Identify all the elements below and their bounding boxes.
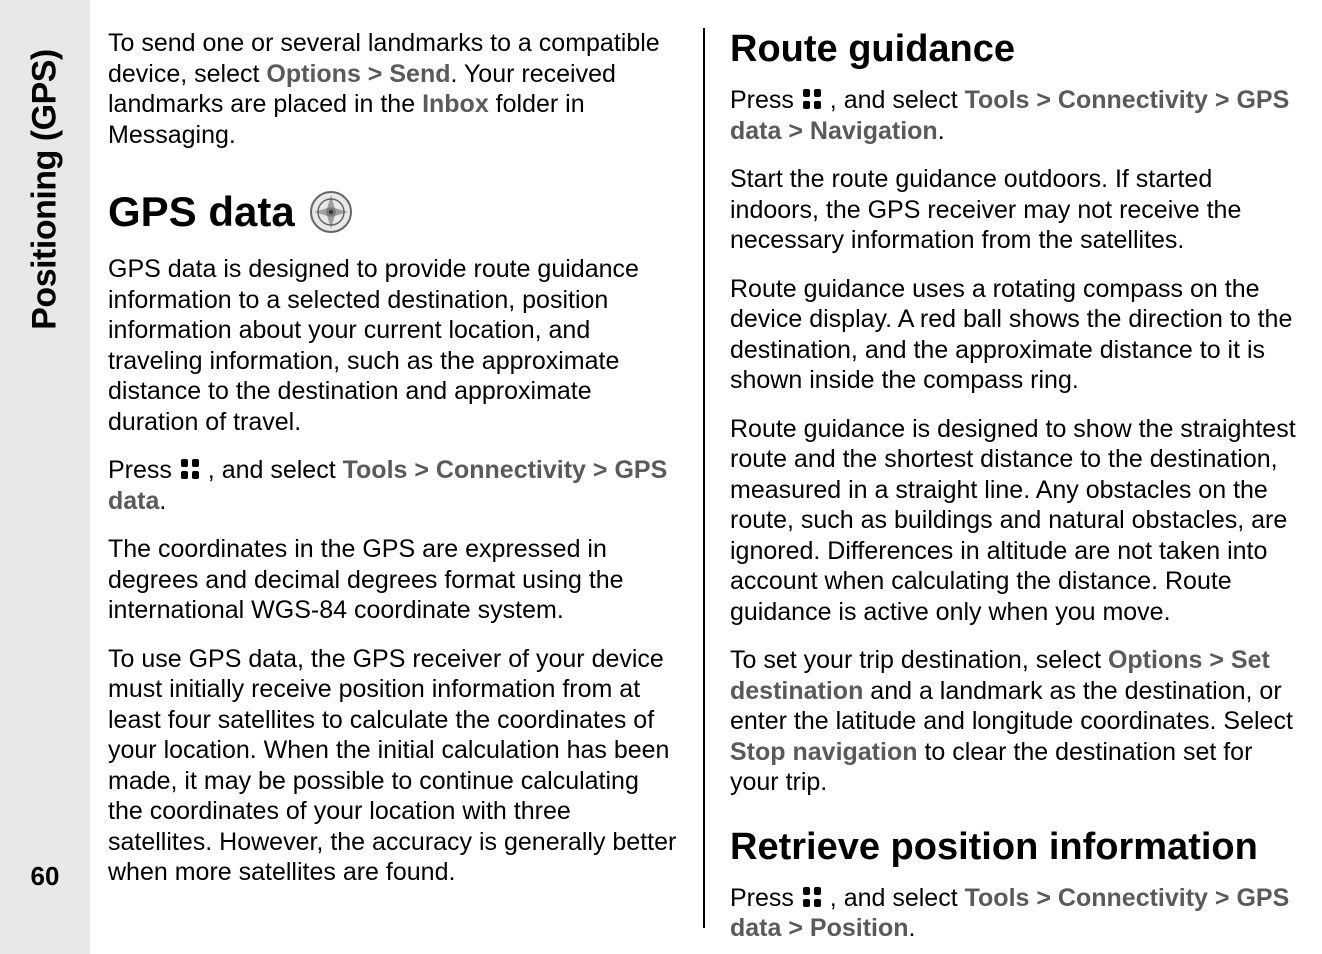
menu-tools: Tools <box>965 884 1030 912</box>
sep: > <box>1029 884 1058 912</box>
route-compass-para: Route guidance uses a rotating compass o… <box>730 274 1300 396</box>
menu-key-icon <box>801 885 823 909</box>
route-press-instruction: Press , and select Tools > Connectivity … <box>730 85 1300 146</box>
set-destination-para: To set your trip destination, select Opt… <box>730 645 1300 798</box>
coord-format-para: The coordinates in the GPS are expressed… <box>108 534 678 626</box>
text: To set your trip destination, select <box>730 646 1108 674</box>
text: , and select <box>201 456 343 484</box>
page-number: 60 <box>0 861 90 892</box>
menu-position: Position <box>810 914 909 942</box>
menu-connectivity: Connectivity <box>436 456 586 484</box>
text: , and select <box>823 884 965 912</box>
menu-send: Send <box>389 60 450 88</box>
menu-tools: Tools <box>965 86 1030 114</box>
sep: > <box>1208 884 1237 912</box>
heading-gps-data: GPS data <box>108 188 678 236</box>
text: . <box>159 487 166 515</box>
side-tab-label: Positioning (GPS) <box>26 49 65 329</box>
sep: > <box>781 117 810 145</box>
manual-page: Positioning (GPS) 60 To send one or seve… <box>0 0 1322 954</box>
menu-tools: Tools <box>343 456 408 484</box>
text: Press <box>108 456 179 484</box>
text: Press <box>730 86 801 114</box>
sep: > <box>1208 86 1237 114</box>
heading-text: GPS data <box>108 188 295 236</box>
gps-press-instruction: Press , and select Tools > Connectivity … <box>108 455 678 516</box>
side-tab: Positioning (GPS) 60 <box>0 0 90 954</box>
folder-inbox: Inbox <box>422 90 489 118</box>
right-column: Route guidance Press , and select Tools … <box>703 28 1300 928</box>
heading-retrieve-position: Retrieve position information <box>730 826 1300 869</box>
sep: > <box>1029 86 1058 114</box>
menu-connectivity: Connectivity <box>1058 86 1208 114</box>
left-column: To send one or several landmarks to a co… <box>108 28 703 928</box>
sep: > <box>1202 646 1231 674</box>
sep: > <box>361 60 390 88</box>
menu-connectivity: Connectivity <box>1058 884 1208 912</box>
sep: > <box>586 456 615 484</box>
menu-options: Options <box>266 60 360 88</box>
position-press-instruction: Press , and select Tools > Connectivity … <box>730 883 1300 944</box>
text: Press <box>730 884 801 912</box>
text: . <box>909 914 916 942</box>
heading-route-guidance: Route guidance <box>730 28 1300 71</box>
landmarks-send-para: To send one or several landmarks to a co… <box>108 28 678 150</box>
satellites-para: To use GPS data, the GPS receiver of you… <box>108 644 678 888</box>
compass-icon <box>309 190 353 234</box>
route-outdoors-para: Start the route guidance outdoors. If st… <box>730 164 1300 256</box>
menu-options: Options <box>1108 646 1202 674</box>
text: . <box>938 117 945 145</box>
sep: > <box>781 914 810 942</box>
sep: > <box>407 456 436 484</box>
content-columns: To send one or several landmarks to a co… <box>108 28 1300 928</box>
menu-navigation: Navigation <box>810 117 938 145</box>
gps-description: GPS data is designed to provide route gu… <box>108 254 678 437</box>
menu-stop-navigation: Stop navigation <box>730 738 918 766</box>
text: , and select <box>823 86 965 114</box>
menu-key-icon <box>801 87 823 111</box>
route-design-para: Route guidance is designed to show the s… <box>730 414 1300 628</box>
menu-key-icon <box>179 457 201 481</box>
